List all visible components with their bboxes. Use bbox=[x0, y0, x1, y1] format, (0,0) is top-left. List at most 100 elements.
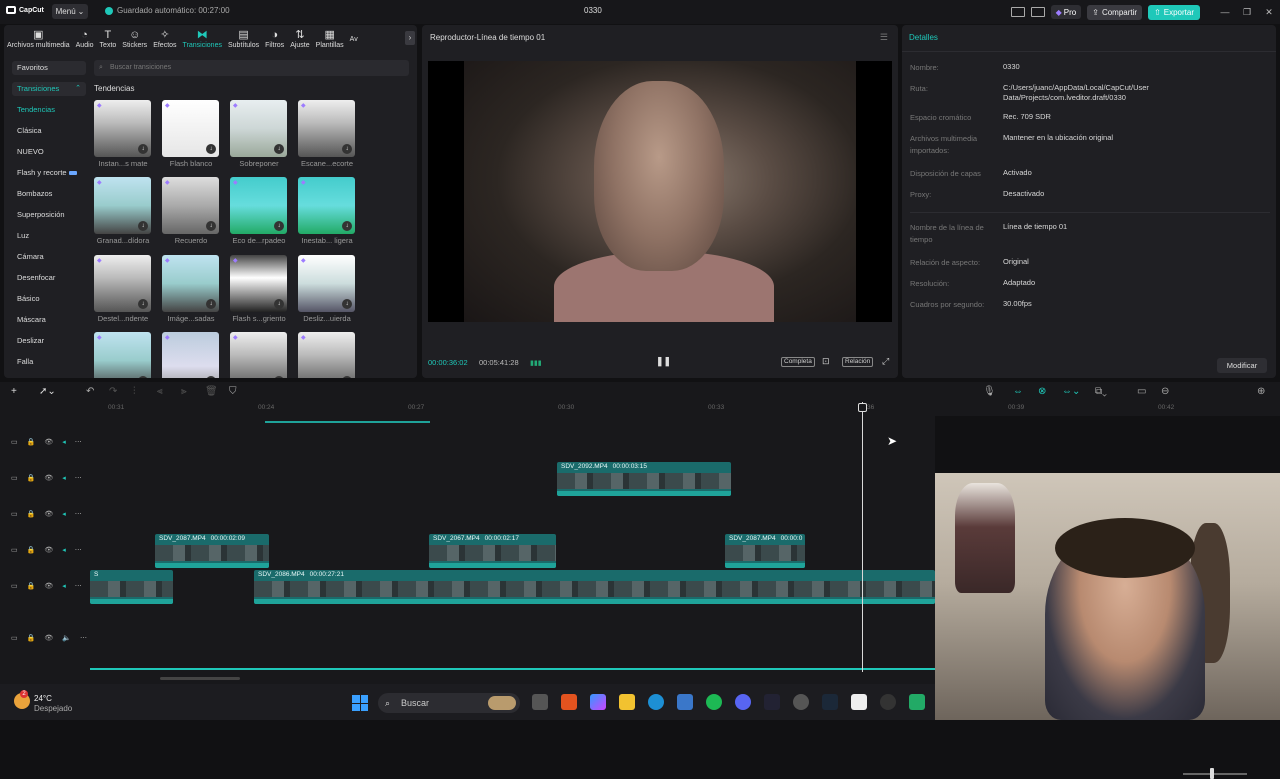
category-item[interactable]: Deslizar bbox=[12, 330, 86, 351]
capcut-taskbar-icon[interactable] bbox=[851, 694, 867, 710]
timeline-ruler[interactable]: 00:3100:2400:2700:3000:3300:3600:3900:42 bbox=[0, 402, 1280, 416]
share-button[interactable]: ⇪ Compartir bbox=[1087, 4, 1143, 20]
store-icon[interactable] bbox=[677, 694, 693, 710]
close-icon[interactable]: ✕ bbox=[1258, 7, 1280, 18]
transition-thumbnail[interactable]: ◆↓ bbox=[94, 177, 151, 234]
magnet-icon[interactable]: ⊗ bbox=[1038, 386, 1046, 397]
eye-icon[interactable]: 👁 bbox=[44, 634, 53, 642]
video-clip[interactable]: SDV_2092.MP4 00:00:03:15 bbox=[557, 462, 731, 496]
tab-av[interactable]: Av bbox=[347, 25, 361, 53]
lock-icon[interactable]: 🔒 bbox=[27, 634, 36, 642]
link-icon[interactable]: ⇔ bbox=[1013, 386, 1023, 397]
transition-thumbnail[interactable]: ◆↓ bbox=[298, 255, 355, 312]
download-icon[interactable]: ↓ bbox=[342, 221, 352, 231]
video-preview[interactable] bbox=[428, 61, 892, 322]
caption-icon[interactable]: ▭ bbox=[1137, 386, 1146, 397]
chevron-right-icon[interactable]: › bbox=[405, 31, 415, 45]
more-icon[interactable]: ⋯ bbox=[75, 438, 82, 446]
transition-thumbnail[interactable]: ◆↓ bbox=[162, 100, 219, 157]
undo-icon[interactable]: ↶ bbox=[86, 386, 94, 397]
video-clip[interactable]: SDV_2087.MP4 00:00:0 bbox=[725, 534, 805, 568]
transition-thumbnail[interactable]: ◆↓ bbox=[162, 332, 219, 378]
transition-thumbnail[interactable]: ◆↓ bbox=[94, 100, 151, 157]
more-icon[interactable]: ⋯ bbox=[75, 474, 82, 482]
download-icon[interactable]: ↓ bbox=[342, 299, 352, 309]
transition-thumbnail[interactable]: ◆↓ bbox=[230, 100, 287, 157]
download-icon[interactable]: ↓ bbox=[206, 144, 216, 154]
tab-efectos[interactable]: ✧ Efectos bbox=[150, 25, 179, 53]
download-icon[interactable]: ↓ bbox=[274, 376, 284, 378]
export-button[interactable]: ⇧ Exportar bbox=[1148, 4, 1200, 20]
transition-thumbnail[interactable]: ◆↓ bbox=[298, 100, 355, 157]
category-item[interactable]: Cámara bbox=[12, 246, 86, 267]
transition-thumbnail[interactable]: ◆↓ bbox=[94, 332, 151, 378]
taskbar-search[interactable]: ⌕ Buscar bbox=[378, 693, 520, 713]
zoom-slider[interactable] bbox=[1183, 773, 1247, 775]
settings-icon[interactable] bbox=[793, 694, 809, 710]
shield-icon[interactable]: ⛉ bbox=[229, 386, 237, 397]
obs-icon[interactable] bbox=[880, 694, 896, 710]
lock-icon[interactable]: 🔒 bbox=[27, 510, 36, 518]
playhead-handle[interactable] bbox=[858, 403, 867, 412]
shortcuts-icon[interactable] bbox=[1030, 7, 1045, 17]
video-clip[interactable]: SDV_2067.MP4 00:00:02:17 bbox=[429, 534, 556, 568]
transition-thumbnail[interactable]: ◆↓ bbox=[162, 255, 219, 312]
zoom-slider-handle[interactable] bbox=[1210, 768, 1214, 779]
transition-thumbnail[interactable]: ◆↓ bbox=[230, 177, 287, 234]
spotify-icon[interactable] bbox=[706, 694, 722, 710]
track-lane[interactable] bbox=[90, 424, 935, 460]
transition-thumbnail[interactable]: ◆↓ bbox=[94, 255, 151, 312]
track-lane[interactable] bbox=[90, 620, 935, 656]
speaker-icon[interactable]: ◂ bbox=[62, 546, 66, 554]
eye-icon[interactable]: 👁 bbox=[44, 546, 53, 554]
download-icon[interactable]: ↓ bbox=[206, 299, 216, 309]
tab-transiciones[interactable]: ⧓ Transiciones bbox=[180, 25, 225, 53]
category-item[interactable]: Luz bbox=[12, 225, 86, 246]
steam-icon[interactable] bbox=[764, 694, 780, 710]
category-item[interactable]: Superposición bbox=[12, 204, 86, 225]
snapshot-icon[interactable]: ⊡ bbox=[822, 356, 830, 367]
horizontal-scrollbar[interactable] bbox=[160, 677, 240, 680]
download-icon[interactable]: ↓ bbox=[274, 221, 284, 231]
tab-filtros[interactable]: ◑ Filtros bbox=[262, 25, 287, 53]
speaker-icon[interactable]: 🔈 bbox=[62, 634, 71, 642]
tab-subt-tulos[interactable]: ▤ Subtítulos bbox=[225, 25, 262, 53]
category-item[interactable]: Tendencias bbox=[12, 99, 86, 120]
transition-thumbnail[interactable]: ◆↓ bbox=[298, 332, 355, 378]
track-cover-icon[interactable]: ▭ bbox=[11, 546, 18, 554]
eye-icon[interactable]: 👁 bbox=[44, 510, 53, 518]
split-icon[interactable]: ⫶ bbox=[133, 386, 136, 397]
discord-icon[interactable] bbox=[735, 694, 751, 710]
track-cover-icon[interactable]: ▭ bbox=[11, 474, 18, 482]
menu-button[interactable]: Menú ⌄ bbox=[52, 4, 88, 19]
track-cover-icon[interactable]: ▭ bbox=[11, 582, 18, 590]
windows-start-icon[interactable] bbox=[352, 695, 368, 711]
edge-icon[interactable] bbox=[648, 694, 664, 710]
track-cover-icon[interactable]: ▭ bbox=[11, 510, 18, 518]
aspect-ratio-button[interactable]: Relación bbox=[842, 357, 874, 367]
track-lane[interactable] bbox=[90, 496, 935, 532]
download-icon[interactable]: ↓ bbox=[138, 376, 148, 378]
eye-icon[interactable]: 👁 bbox=[44, 438, 53, 446]
minimize-icon[interactable]: — bbox=[1214, 7, 1236, 17]
pause-icon[interactable]: ❚❚ bbox=[656, 356, 671, 367]
download-icon[interactable]: ↓ bbox=[138, 299, 148, 309]
app-icon[interactable] bbox=[909, 694, 925, 710]
preview-axis-icon[interactable]: ⧉⌄ bbox=[1095, 386, 1107, 397]
download-icon[interactable]: ↓ bbox=[138, 221, 148, 231]
download-icon[interactable]: ↓ bbox=[206, 376, 216, 378]
split-left-icon[interactable]: ⫷ bbox=[157, 386, 163, 397]
track-lane[interactable] bbox=[90, 460, 935, 496]
eye-icon[interactable]: 👁 bbox=[44, 474, 53, 482]
category-item[interactable]: Falla bbox=[12, 351, 86, 372]
add-track-icon[interactable]: + bbox=[11, 386, 17, 397]
copilot-icon[interactable] bbox=[590, 694, 606, 710]
redo-icon[interactable]: ↷ bbox=[109, 386, 117, 397]
download-icon[interactable]: ↓ bbox=[274, 299, 284, 309]
zoom-in-icon[interactable]: ⊕ bbox=[1257, 386, 1265, 397]
transition-thumbnail[interactable]: ◆↓ bbox=[298, 177, 355, 234]
lock-icon[interactable]: 🔒 bbox=[27, 546, 36, 554]
maximize-icon[interactable]: ❐ bbox=[1236, 7, 1258, 18]
category-item[interactable]: Desenfocar bbox=[12, 267, 86, 288]
video-clip[interactable]: SDV_2087.MP4 00:00:02:09 bbox=[155, 534, 269, 568]
